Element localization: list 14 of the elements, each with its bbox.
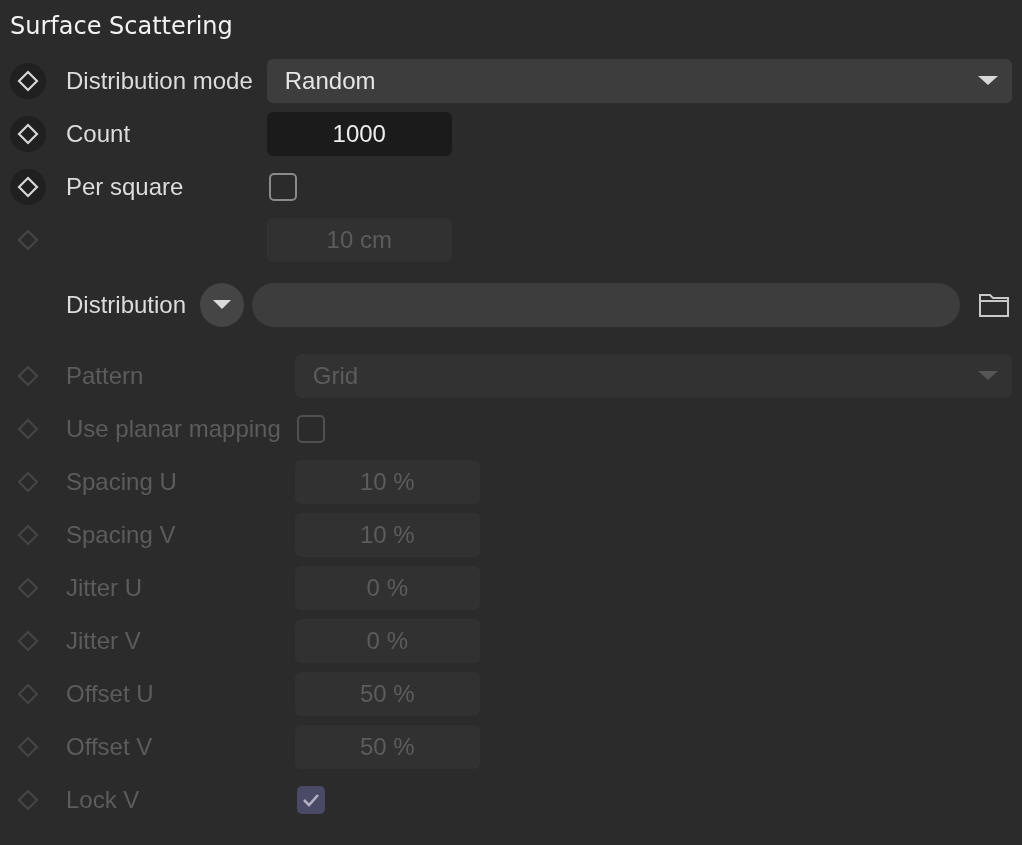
- checkmark-icon: [301, 793, 320, 807]
- panel-title: Surface Scattering: [10, 11, 234, 42]
- caret-icon: [978, 371, 998, 381]
- field-label: Distribution: [66, 291, 187, 318]
- dropdown[interactable]: Random: [266, 59, 1012, 103]
- number-field[interactable]: 1000: [266, 112, 452, 156]
- caret-icon: [213, 300, 232, 310]
- caret-icon: [978, 76, 998, 86]
- caret-button[interactable]: [200, 283, 245, 327]
- folder-icon[interactable]: [978, 292, 1010, 318]
- checkbox[interactable]: [268, 173, 297, 201]
- field-label: Count: [66, 120, 131, 147]
- field-label: Distribution mode: [66, 67, 253, 94]
- field-label: Per square: [66, 173, 184, 200]
